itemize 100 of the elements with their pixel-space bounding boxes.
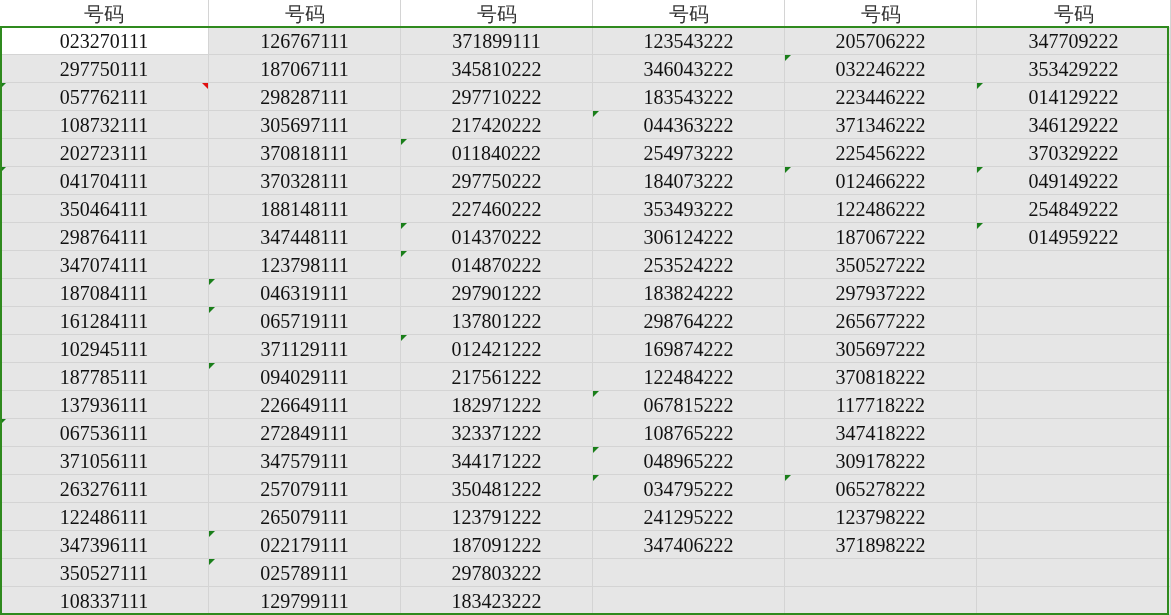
table-cell[interactable]: 353493222 [593,195,785,223]
table-cell[interactable]: 225456222 [785,139,977,167]
table-cell[interactable]: 305697111 [209,111,401,139]
table-cell[interactable]: 297710222 [401,83,593,111]
table-cell[interactable]: 347418222 [785,419,977,447]
table-cell[interactable]: 370818111 [209,139,401,167]
table-cell[interactable]: 350481222 [401,475,593,503]
table-cell[interactable]: 012421222 [401,335,593,363]
table-cell[interactable]: 253524222 [593,251,785,279]
table-cell[interactable]: 187091222 [401,531,593,559]
table-cell[interactable]: 065278222 [785,475,977,503]
table-cell[interactable]: 032246222 [785,55,977,83]
table-cell[interactable]: 346043222 [593,55,785,83]
table-cell[interactable]: 371129111 [209,335,401,363]
table-cell[interactable]: 065719111 [209,307,401,335]
table-cell[interactable]: 014959222 [977,223,1171,251]
table-cell[interactable]: 202723111 [0,139,209,167]
table-cell[interactable]: 122486111 [0,503,209,531]
table-cell[interactable]: 022179111 [209,531,401,559]
table-cell[interactable]: 370328111 [209,167,401,195]
table-cell[interactable]: 126767111 [209,27,401,55]
table-cell[interactable]: 117718222 [785,391,977,419]
table-cell[interactable]: 297750222 [401,167,593,195]
table-cell[interactable]: 023270111 [0,27,209,55]
table-cell[interactable]: 044363222 [593,111,785,139]
table-cell[interactable]: 353429222 [977,55,1171,83]
table-cell[interactable]: 347406222 [593,531,785,559]
table-cell[interactable]: 102945111 [0,335,209,363]
table-cell[interactable]: 371056111 [0,447,209,475]
table-cell[interactable]: 371899111 [401,27,593,55]
table-cell[interactable]: 254849222 [977,195,1171,223]
table-cell[interactable]: 122484222 [593,363,785,391]
table-cell[interactable]: 184073222 [593,167,785,195]
table-cell[interactable]: 014870222 [401,251,593,279]
table-cell[interactable]: 223446222 [785,83,977,111]
table-cell[interactable]: 217420222 [401,111,593,139]
table-cell[interactable]: 306124222 [593,223,785,251]
table-cell[interactable]: 345810222 [401,55,593,83]
table-cell[interactable]: 137801222 [401,307,593,335]
table-cell[interactable]: 123543222 [593,27,785,55]
table-cell[interactable]: 344171222 [401,447,593,475]
table-cell[interactable]: 187084111 [0,279,209,307]
table-cell[interactable]: 188148111 [209,195,401,223]
table-cell[interactable]: 347579111 [209,447,401,475]
table-cell[interactable]: 123791222 [401,503,593,531]
table-cell[interactable]: 011840222 [401,139,593,167]
table-cell[interactable]: 187067111 [209,55,401,83]
table-cell[interactable]: 108765222 [593,419,785,447]
table-cell[interactable]: 272849111 [209,419,401,447]
table-cell[interactable]: 137936111 [0,391,209,419]
table-cell[interactable]: 371346222 [785,111,977,139]
table-cell[interactable]: 370329222 [977,139,1171,167]
table-cell[interactable]: 305697222 [785,335,977,363]
table-cell[interactable]: 257079111 [209,475,401,503]
table-cell[interactable]: 298764111 [0,223,209,251]
table-cell[interactable]: 067815222 [593,391,785,419]
table-cell[interactable]: 370818222 [785,363,977,391]
table-cell[interactable]: 187785111 [0,363,209,391]
table-cell[interactable]: 046319111 [209,279,401,307]
table-cell[interactable]: 241295222 [593,503,785,531]
table-cell[interactable]: 025789111 [209,559,401,587]
table-cell[interactable]: 297901222 [401,279,593,307]
table-cell[interactable]: 108732111 [0,111,209,139]
table-cell[interactable]: 227460222 [401,195,593,223]
table-cell[interactable]: 094029111 [209,363,401,391]
table-cell[interactable]: 169874222 [593,335,785,363]
table-cell[interactable]: 350527111 [0,559,209,587]
table-cell[interactable]: 014129222 [977,83,1171,111]
table-cell[interactable]: 265079111 [209,503,401,531]
table-cell[interactable]: 108337111 [0,587,209,615]
table-cell[interactable]: 014370222 [401,223,593,251]
table-cell[interactable]: 217561222 [401,363,593,391]
table-cell[interactable]: 297937222 [785,279,977,307]
table-cell[interactable]: 183543222 [593,83,785,111]
table-cell[interactable]: 034795222 [593,475,785,503]
table-cell[interactable]: 187067222 [785,223,977,251]
table-cell[interactable]: 226649111 [209,391,401,419]
table-cell[interactable]: 067536111 [0,419,209,447]
table-cell[interactable]: 350464111 [0,195,209,223]
table-cell[interactable]: 297750111 [0,55,209,83]
table-cell[interactable]: 161284111 [0,307,209,335]
table-cell[interactable]: 129799111 [209,587,401,615]
table-cell[interactable]: 347074111 [0,251,209,279]
table-cell[interactable]: 265677222 [785,307,977,335]
table-cell[interactable]: 012466222 [785,167,977,195]
table-cell[interactable]: 048965222 [593,447,785,475]
table-cell[interactable]: 057762111 [0,83,209,111]
table-cell[interactable]: 309178222 [785,447,977,475]
table-cell[interactable]: 182971222 [401,391,593,419]
table-cell[interactable]: 323371222 [401,419,593,447]
table-cell[interactable]: 297803222 [401,559,593,587]
table-cell[interactable]: 298287111 [209,83,401,111]
table-cell[interactable]: 346129222 [977,111,1171,139]
table-cell[interactable]: 263276111 [0,475,209,503]
table-cell[interactable]: 041704111 [0,167,209,195]
table-cell[interactable]: 298764222 [593,307,785,335]
table-cell[interactable]: 122486222 [785,195,977,223]
table-cell[interactable]: 123798111 [209,251,401,279]
table-cell[interactable]: 183824222 [593,279,785,307]
table-cell[interactable]: 347709222 [977,27,1171,55]
